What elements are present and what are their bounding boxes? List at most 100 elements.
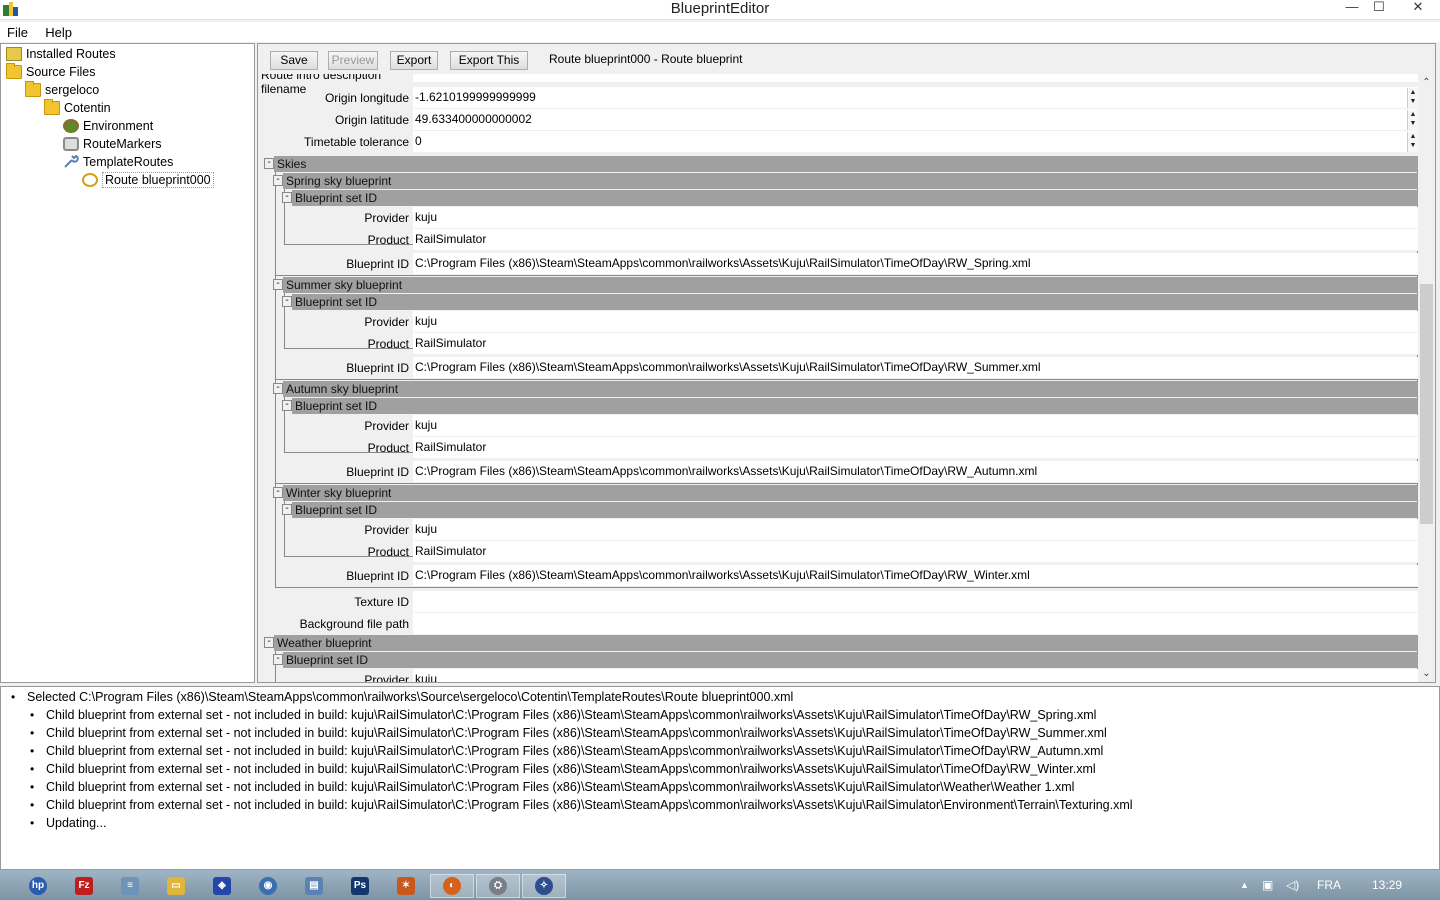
autumn-provider-row: Provider kuju [261,415,1418,437]
collapse-toggle[interactable]: - [282,504,292,515]
taskbar-app-blue[interactable]: ◈ [200,874,244,898]
winter-product-row: Product RailSimulator [261,541,1418,563]
taskbar-network[interactable]: ◉ [246,874,290,898]
background-file-path-label: Background file path [299,617,409,631]
scroll-up-icon[interactable]: ⌃ [1418,74,1435,91]
tree-item-source-files[interactable]: Source Files [6,63,95,81]
weather-set-id-header[interactable]: - Blueprint set ID [273,652,1418,668]
collapse-toggle[interactable]: - [264,637,274,648]
summer-set-id-header[interactable]: - Blueprint set ID [282,294,1418,310]
collapse-toggle[interactable]: - [273,175,283,186]
blueprint-icon [82,173,98,187]
tree-item-templateroutes[interactable]: TemplateRoutes [63,153,173,171]
log-entry-updating: Updating... [30,814,107,832]
tree-item-routemarkers[interactable]: RouteMarkers [63,135,162,153]
winter-sky-header[interactable]: - Winter sky blueprint [273,485,1418,501]
winter-product-input[interactable]: RailSimulator [413,541,1418,563]
spring-product-row: Product RailSimulator [261,229,1418,251]
property-scrollbar[interactable]: ⌃ ⌄ [1418,74,1435,682]
spring-set-id-header[interactable]: - Blueprint set ID [282,190,1418,206]
autumn-set-id-header[interactable]: - Blueprint set ID [282,398,1418,414]
taskbar-file-explorer[interactable]: ▭ [154,874,198,898]
file-explorer-icon: ▭ [167,877,185,895]
save-button[interactable]: Save [270,51,318,70]
taskbar-hp[interactable]: hp [16,874,60,898]
tree-item-cotentin[interactable]: Cotentin [44,99,111,117]
taskbar-notepad[interactable]: ≡ [108,874,152,898]
weather-provider-input[interactable]: kuju [413,669,1418,682]
network-tray-icon[interactable]: ▣ [1262,878,1273,892]
taskbar-blueprint-editor[interactable]: ✧ [522,874,566,898]
spring-product-input[interactable]: RailSimulator [413,229,1418,251]
log-entry: Child blueprint from external set - not … [30,706,1096,724]
menu-help[interactable]: Help [38,22,79,40]
taskbar-railworks[interactable]: ⛭ [476,874,520,898]
export-this-button[interactable]: Export This [450,51,528,70]
tree-item-installed-routes[interactable]: Installed Routes [6,45,116,63]
texture-id-input[interactable] [413,591,1418,613]
collapse-toggle[interactable]: - [264,158,274,169]
collapse-toggle[interactable]: - [282,192,292,203]
autumn-provider-input[interactable]: kuju [413,415,1418,437]
language-indicator[interactable]: FRA [1317,878,1341,892]
taskbar-filezilla[interactable]: Fz [62,874,106,898]
autumn-blueprint-id-input[interactable]: C:\Program Files (x86)\Steam\SteamApps\c… [413,461,1418,483]
tree-item-environment[interactable]: Environment [63,117,153,135]
log-entry: Child blueprint from external set - not … [30,724,1107,742]
clock[interactable]: 13:29 [1372,878,1402,892]
export-button[interactable]: Export [390,51,438,70]
collapse-toggle[interactable]: - [282,296,292,307]
scroll-down-icon[interactable]: ⌄ [1418,665,1435,682]
collapse-toggle[interactable]: - [273,487,283,498]
origin-latitude-input[interactable]: 49.633400000000002 [413,109,1418,131]
taskbar-document[interactable]: ▤ [292,874,336,898]
collapse-toggle[interactable]: - [273,383,283,394]
scroll-thumb[interactable] [1420,284,1433,524]
timetable-tolerance-input[interactable]: 0 [413,131,1418,153]
spring-blueprint-id-input[interactable]: C:\Program Files (x86)\Steam\SteamApps\c… [413,253,1418,275]
summer-product-input[interactable]: RailSimulator [413,333,1418,355]
tree-item-route-blueprint000[interactable]: Route blueprint000 [82,171,214,189]
background-file-path-row: Background file path [261,613,1418,635]
autumn-product-input[interactable]: RailSimulator [413,437,1418,459]
origin-longitude-spinner[interactable]: ▲ ▼ [1407,88,1418,108]
preview-button[interactable]: Preview [328,51,378,70]
volume-tray-icon[interactable]: ◁) [1286,878,1299,892]
background-file-path-input[interactable] [413,613,1418,635]
taskbar-photoshop[interactable]: Ps [338,874,382,898]
blueprint-editor-icon: ✧ [535,877,553,895]
collapse-toggle[interactable]: - [273,279,283,290]
toolbar: Save Preview Export Export This Route bl… [258,44,1435,74]
summer-blueprint-id-input[interactable]: C:\Program Files (x86)\Steam\SteamApps\c… [413,357,1418,379]
minimize-button[interactable]: — [1340,0,1364,18]
tree-item-sergeloco[interactable]: sergeloco [25,81,99,99]
spring-sky-header[interactable]: - Spring sky blueprint [273,173,1418,189]
tray-expand-icon[interactable]: ▲ [1240,880,1249,890]
notepad-icon: ≡ [121,877,139,895]
menu-file[interactable]: File [0,22,35,40]
taskbar-tool[interactable]: ✶ [384,874,428,898]
autumn-sky-header[interactable]: - Autumn sky blueprint [273,381,1418,397]
winter-blueprint-id-input[interactable]: C:\Program Files (x86)\Steam\SteamApps\c… [413,565,1418,587]
summer-sky-header[interactable]: - Summer sky blueprint [273,277,1418,293]
timetable-tolerance-spinner[interactable]: ▲ ▼ [1407,132,1418,152]
weather-header[interactable]: - Weather blueprint [264,635,1418,651]
winter-provider-input[interactable]: kuju [413,519,1418,541]
skies-header[interactable]: - Skies [264,156,1418,172]
spring-provider-input[interactable]: kuju [413,207,1418,229]
maximize-button[interactable]: ☐ [1367,0,1391,18]
origin-latitude-spinner[interactable]: ▲ ▼ [1407,110,1418,130]
winter-set-id-header[interactable]: - Blueprint set ID [282,502,1418,518]
installed-routes-icon [6,47,22,61]
origin-longitude-input[interactable]: -1.6210199999999999 [413,87,1418,109]
app-blue-icon: ◈ [213,877,231,895]
route-intro-field[interactable] [413,74,1418,82]
autumn-blueprint-id-row: Blueprint ID C:\Program Files (x86)\Stea… [261,461,1418,483]
collapse-toggle[interactable]: - [273,654,283,665]
log-panel: Selected C:\Program Files (x86)\Steam\St… [0,686,1440,870]
taskbar-firefox[interactable]: ◐ [430,874,474,898]
summer-provider-input[interactable]: kuju [413,311,1418,333]
collapse-toggle[interactable]: - [282,400,292,411]
folder-icon [44,99,60,115]
close-button[interactable]: ✕ [1398,0,1438,18]
